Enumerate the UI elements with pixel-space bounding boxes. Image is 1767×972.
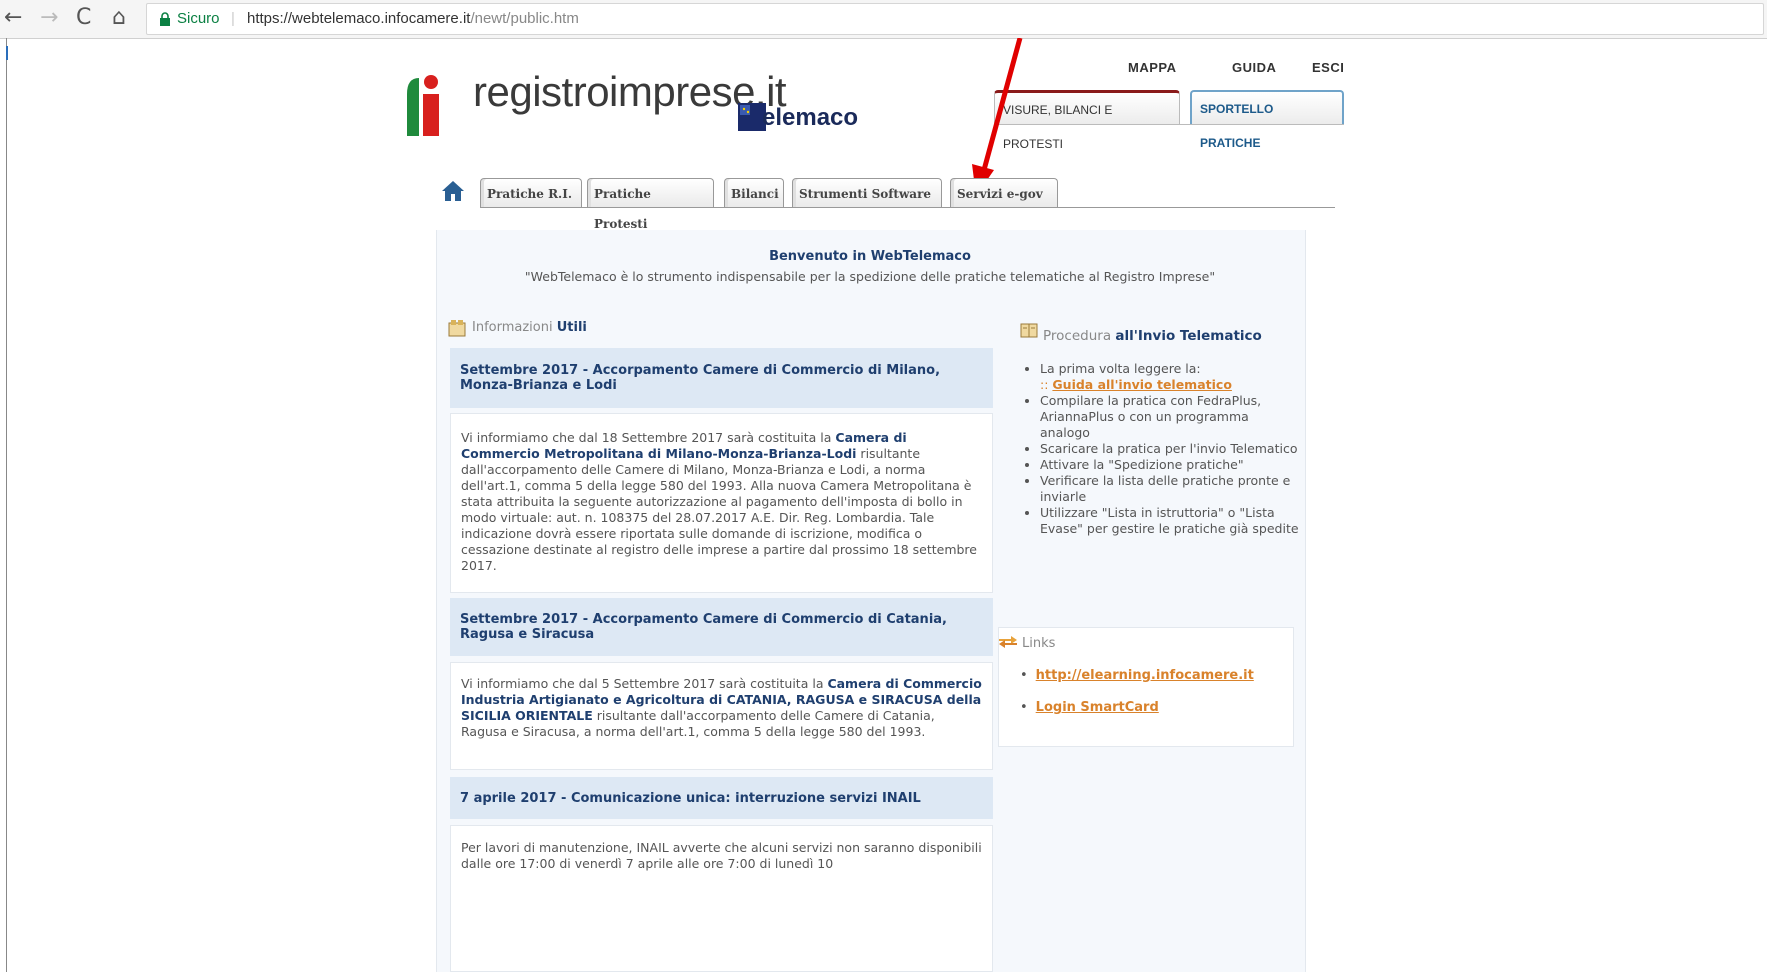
bullet: • [1020, 668, 1028, 683]
list-item: La prima volta leggere la::: Guida all'i… [1040, 361, 1302, 393]
list-item-text: La prima volta leggere la: [1040, 361, 1201, 376]
back-arrow-icon[interactable]: ← [4, 6, 22, 30]
list-item: Attivare la "Spedizione pratiche" [1040, 457, 1302, 473]
list-item: Compilare la pratica con FedraPlus, Aria… [1040, 393, 1302, 441]
window-edge [6, 38, 7, 972]
tab-pratiche-ri[interactable]: Pratiche R.I. [480, 178, 582, 208]
list-item: Scaricare la pratica per l'invio Telemat… [1040, 441, 1302, 457]
tab-servizi-e-gov[interactable]: Servizi e-gov [950, 178, 1058, 208]
welcome-subtitle: "WebTelemaco è lo strumento indispensabi… [524, 269, 1216, 284]
list-item: Verificare la lista delle pratiche pront… [1040, 473, 1302, 505]
tab-strumenti-software[interactable]: Strumenti Software [792, 178, 942, 208]
reload-icon[interactable]: C [76, 6, 91, 30]
news-body: Per lavori di manutenzione, INAIL avvert… [450, 825, 993, 972]
home-icon[interactable] [441, 180, 465, 202]
registroimprese-logo-icon [407, 75, 439, 136]
login-smartcard-link[interactable]: Login SmartCard [1036, 700, 1159, 715]
guida-prefix: :: [1040, 377, 1053, 392]
nav-divider [480, 207, 1335, 208]
annotation-arrow-icon [972, 38, 1023, 196]
info-folder-icon [448, 320, 466, 337]
welcome-title: Benvenuto in WebTelemaco [769, 249, 971, 264]
info-utili-title: Informazioni Utili [472, 320, 587, 335]
list-item: Utilizzare "Lista in istruttoria" o "Lis… [1040, 505, 1302, 537]
url-host: https://webtelemaco.infocamere.it [247, 10, 471, 27]
link-list-item: • Login SmartCard [1020, 700, 1159, 715]
news-text: Per lavori di manutenzione, INAIL avvert… [461, 840, 982, 871]
news-text: risultante dall'accorpamento delle Camer… [461, 446, 977, 573]
guida-invio-link[interactable]: Guida all'invio telematico [1052, 377, 1232, 392]
tab-pratiche-protesti[interactable]: Pratiche Protesti [587, 178, 714, 231]
info-title-plain: Informazioni [472, 320, 553, 335]
news-title: Settembre 2017 - Accorpamento Camere di … [450, 348, 993, 408]
url-text[interactable]: https://webtelemaco.infocamere.it/newt/p… [247, 4, 579, 34]
tab-bilanci[interactable]: Bilanci [724, 178, 784, 208]
procedura-title: Procedura all'Invio Telematico [1043, 328, 1262, 344]
url-path: /newt/public.htm [470, 10, 579, 27]
bullet: • [1020, 700, 1028, 715]
news-text: Vi informiamo che dal 5 Settembre 2017 s… [461, 676, 828, 691]
info-title-bold: Utili [556, 320, 587, 335]
tab-sportello-pratiche[interactable]: SPORTELLO PRATICHE [1190, 90, 1344, 150]
esci-link[interactable]: ESCI [1312, 60, 1344, 75]
section-tabs-divider [994, 124, 1344, 125]
guida-link[interactable]: GUIDA [1232, 60, 1276, 75]
procedura-title-bold: all'Invio Telematico [1115, 328, 1262, 344]
browser-toolbar: ← → C ⌂ Sicuro | https://webtelemaco.inf… [0, 0, 1767, 39]
procedura-title-plain: Procedura [1043, 328, 1112, 344]
links-arrows-icon [999, 636, 1017, 648]
news-text: Vi informiamo che dal 18 Settembre 2017 … [461, 430, 836, 445]
procedura-list: La prima volta leggere la::: Guida all'i… [1020, 361, 1302, 537]
address-bar[interactable]: Sicuro | https://webtelemaco.infocamere.… [146, 3, 1764, 35]
forward-arrow-icon[interactable]: → [40, 6, 58, 30]
mappa-link[interactable]: MAPPA [1128, 60, 1176, 75]
news-title: Settembre 2017 - Accorpamento Camere di … [450, 598, 993, 656]
secure-label: Sicuro [177, 10, 220, 27]
news-title: 7 aprile 2017 - Comunicazione unica: int… [450, 777, 993, 819]
telemaco-brand: elemaco [762, 104, 859, 131]
home-browser-icon[interactable]: ⌂ [112, 6, 126, 30]
link-list-item: • http://elearning.infocamere.it [1020, 668, 1254, 683]
url-separator: | [231, 10, 235, 27]
links-title: Links [1022, 636, 1056, 651]
news-body: Vi informiamo che dal 18 Settembre 2017 … [450, 413, 993, 593]
book-icon [1020, 323, 1038, 338]
lock-icon [160, 12, 170, 26]
window-edge-marker [6, 46, 8, 60]
elearning-link[interactable]: http://elearning.infocamere.it [1036, 668, 1254, 683]
news-body: Vi informiamo che dal 5 Settembre 2017 s… [450, 662, 993, 770]
